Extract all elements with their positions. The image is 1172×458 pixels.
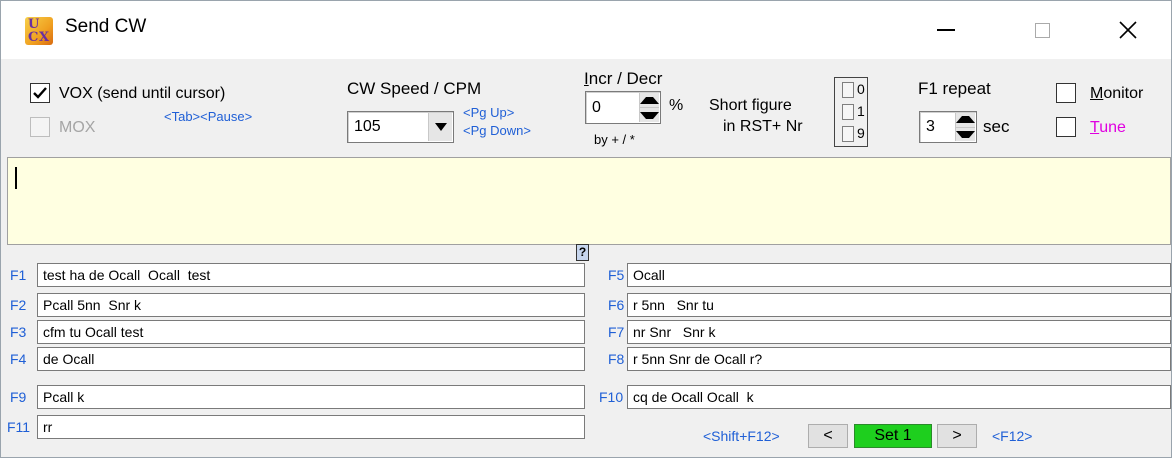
f6-key-label: F6: [608, 297, 625, 313]
short-figure-option-0[interactable]: 0: [835, 79, 869, 102]
checkmark-icon: [33, 87, 47, 99]
spin-down-icon: [640, 111, 659, 119]
cw-speed-dropdown-button[interactable]: [428, 113, 452, 141]
app-icon: U C X: [25, 17, 53, 45]
f8-macro-field[interactable]: r 5nn Snr de Ocall r?: [627, 347, 1171, 371]
short-figure-group: 0 1 9: [834, 77, 868, 147]
short-figure-label-line2: in RST+ Nr: [723, 118, 803, 135]
spin-up-button[interactable]: [640, 93, 659, 107]
spin-down-icon: [956, 130, 975, 138]
f11-key-label: F11: [7, 419, 31, 435]
incr-decr-value: 0: [592, 98, 601, 116]
short-figure-toggle-9[interactable]: [842, 126, 854, 142]
f12-hint: <F12>: [992, 428, 1033, 444]
close-icon: [1119, 21, 1137, 39]
prev-set-button[interactable]: <: [808, 424, 848, 448]
f3-macro-field[interactable]: cfm tu Ocall test: [37, 320, 585, 344]
shift-f12-hint: <Shift+F12>: [703, 428, 780, 444]
f1-repeat-spin-buttons[interactable]: [955, 113, 975, 141]
monitor-label[interactable]: Monitor: [1090, 85, 1143, 103]
f5-macro-field[interactable]: Ocall: [627, 263, 1171, 287]
cw-speed-label: CW Speed / CPM: [347, 79, 482, 98]
short-figure-value-0: 0: [857, 81, 865, 97]
f10-key-label: F10: [599, 389, 624, 405]
f7-macro-field[interactable]: nr Snr Snr k: [627, 320, 1171, 344]
f1-key-label: F1: [10, 267, 27, 283]
incr-decr-spin-buttons[interactable]: [639, 93, 659, 122]
f2-key-label: F2: [10, 297, 27, 313]
spin-down-button[interactable]: [640, 107, 659, 122]
window-title: Send CW: [65, 16, 147, 37]
minimize-icon: [937, 29, 955, 31]
f4-macro-field[interactable]: de Ocall: [37, 347, 585, 371]
incr-decr-unit: %: [669, 97, 684, 114]
f1-repeat-down-button[interactable]: [956, 126, 975, 142]
cw-speed-combo[interactable]: 105: [347, 111, 454, 143]
short-figure-option-9[interactable]: 9: [835, 123, 869, 146]
f9-macro-field[interactable]: Pcall k: [37, 385, 585, 409]
incr-decr-spinner[interactable]: 0: [585, 91, 661, 124]
next-set-button[interactable]: >: [937, 424, 977, 448]
pg-up-hint: <Pg Up>: [463, 105, 515, 120]
f1-repeat-spinner[interactable]: 3: [919, 111, 977, 143]
help-button[interactable]: ?: [576, 244, 589, 261]
mox-label: MOX: [59, 119, 96, 136]
mox-checkbox[interactable]: [30, 117, 50, 137]
spin-up-icon: [956, 116, 975, 124]
incr-decr-label: Incr / Decr: [584, 69, 663, 88]
short-figure-toggle-1[interactable]: [842, 104, 854, 120]
vox-checkbox[interactable]: [30, 83, 50, 103]
app-icon-letter-x: X: [39, 30, 50, 45]
f9-key-label: F9: [10, 389, 27, 405]
title-bar[interactable]: U C X Send CW: [1, 1, 1171, 59]
tune-checkbox[interactable]: [1056, 117, 1076, 137]
maximize-button[interactable]: [1013, 1, 1071, 59]
f1-repeat-value: 3: [926, 118, 935, 135]
f1-repeat-up-button[interactable]: [956, 113, 975, 127]
text-cursor: [15, 167, 17, 189]
f2-macro-field[interactable]: Pcall 5nn Snr k: [37, 293, 585, 317]
f5-key-label: F5: [608, 267, 625, 283]
short-figure-value-9: 9: [857, 125, 865, 141]
f4-key-label: F4: [10, 351, 27, 367]
dropdown-arrow-icon: [434, 123, 447, 131]
f10-macro-field[interactable]: cq de Ocall Ocall k: [627, 385, 1171, 409]
f7-key-label: F7: [608, 324, 625, 340]
f1-macro-field[interactable]: test ha de Ocall Ocall test: [37, 263, 585, 287]
incr-decr-by-label: by + / *: [594, 132, 635, 147]
short-figure-option-1[interactable]: 1: [835, 101, 869, 124]
maximize-icon: [1034, 22, 1050, 38]
cw-speed-value: 105: [354, 118, 381, 135]
set-indicator-button[interactable]: Set 1: [854, 424, 932, 448]
tune-label[interactable]: Tune: [1090, 119, 1126, 137]
send-cw-window: U C X Send CW VOX (send until cursor) <T…: [0, 0, 1172, 458]
f1-repeat-label: F1 repeat: [918, 79, 991, 98]
f8-key-label: F8: [608, 351, 625, 367]
f1-repeat-unit: sec: [983, 117, 1010, 136]
pg-down-hint: <Pg Down>: [463, 123, 531, 138]
f3-key-label: F3: [10, 324, 27, 340]
f6-macro-field[interactable]: r 5nn Snr tu: [627, 293, 1171, 317]
short-figure-value-1: 1: [857, 103, 865, 119]
app-icon-letter-c: C: [28, 30, 39, 45]
minimize-button[interactable]: [917, 1, 975, 59]
close-button[interactable]: [1099, 1, 1157, 59]
cw-message-input[interactable]: [7, 157, 1171, 245]
monitor-checkbox[interactable]: [1056, 83, 1076, 103]
vox-hint: <Tab><Pause>: [164, 109, 253, 124]
f11-macro-field[interactable]: rr: [37, 415, 585, 439]
short-figure-label-line1: Short figure: [709, 97, 792, 114]
short-figure-toggle-0[interactable]: [842, 82, 854, 98]
spin-up-icon: [640, 96, 659, 104]
vox-label[interactable]: VOX (send until cursor): [59, 85, 225, 103]
